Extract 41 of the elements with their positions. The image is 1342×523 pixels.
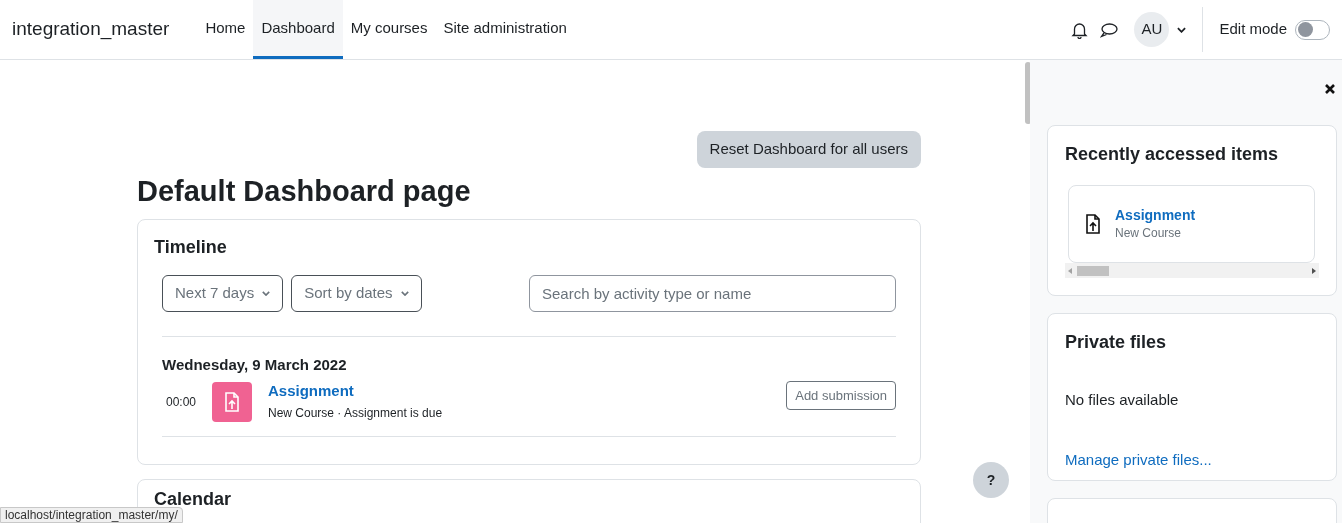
- caret-icon: [400, 291, 409, 296]
- dropdown-button[interactable]: Next 7 days: [162, 275, 284, 312]
- caret-icon: [262, 291, 271, 296]
- recent-item-card[interactable]: Assignment New Course: [1068, 185, 1315, 263]
- site-name[interactable]: integration_master: [12, 15, 170, 44]
- date-heading: Wednesday, 9 March 2022: [162, 355, 348, 375]
- edit-mode-label: Edit mode: [1219, 19, 1287, 40]
- horizontal-scrollbar[interactable]: [1065, 263, 1319, 278]
- event-link[interactable]: Assignment: [268, 381, 354, 401]
- page-title: Default Dashboard page: [137, 174, 472, 208]
- item-link[interactable]: Assignment: [1115, 206, 1196, 224]
- edit-mode-toggle[interactable]: [1295, 19, 1330, 40]
- card-title: Timeline: [154, 236, 228, 258]
- reset-dashboard-button[interactable]: Reset Dashboard for all users: [696, 131, 921, 168]
- card-title: Calendar: [154, 488, 232, 510]
- dropdown-button[interactable]: Sort by dates: [291, 275, 422, 312]
- assignment-icon: [212, 381, 252, 422]
- status-bar: localhost/integration_master/my/: [0, 507, 183, 523]
- scrollbar-thumb[interactable]: [1077, 265, 1109, 276]
- search-field[interactable]: Search by activity type or name: [529, 275, 896, 312]
- file-upload-icon: [1085, 212, 1101, 236]
- empty-message: No files available: [1065, 390, 1180, 410]
- nav-tab[interactable]: Site administration: [435, 0, 575, 59]
- add-submission-button[interactable]: Add submission: [786, 381, 896, 410]
- close-icon[interactable]: [1325, 84, 1335, 94]
- help-button[interactable]: ?: [973, 462, 1009, 498]
- bell-icon[interactable]: [1071, 20, 1089, 39]
- scroll-right-icon[interactable]: [1312, 267, 1316, 274]
- block-title: Private files: [1065, 331, 1167, 353]
- chat-icon[interactable]: [1100, 21, 1119, 38]
- caret-icon[interactable]: [1177, 26, 1187, 33]
- user-avatar[interactable]: AU: [1134, 12, 1170, 47]
- scrollbar-thumb[interactable]: [1025, 62, 1030, 124]
- nav-tab[interactable]: Home: [197, 0, 254, 59]
- nav-tab[interactable]: My courses: [342, 0, 436, 59]
- course-name: New Course: [1115, 225, 1182, 242]
- manage-files-link[interactable]: Manage private files...: [1065, 448, 1212, 471]
- event-details: New Course · Assignment is due: [268, 405, 443, 422]
- event-time: 00:00: [165, 393, 198, 411]
- nav-tab[interactable]: Dashboard: [253, 0, 343, 59]
- block-title: Recently accessed items: [1065, 143, 1279, 165]
